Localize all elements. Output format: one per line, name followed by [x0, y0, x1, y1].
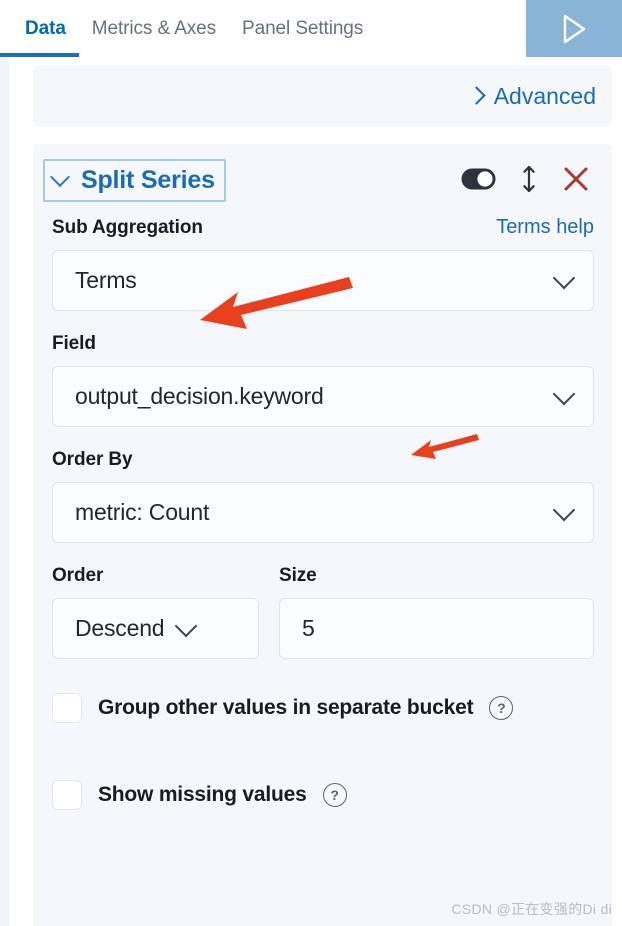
order-label-row: Order	[52, 565, 259, 587]
size-input[interactable]	[279, 598, 594, 659]
field-value: output_decision.keyword	[75, 383, 324, 409]
question-mark-glyph: ?	[330, 787, 339, 803]
order-by-label-row: Order By	[52, 449, 594, 471]
order-size-row: Order Descend Size	[52, 565, 594, 659]
split-series-title: Split Series	[81, 165, 215, 194]
tab-data-label: Data	[25, 17, 66, 39]
group-other-values-checkbox-row[interactable]: Group other values in separate bucket ?	[52, 693, 594, 723]
panel-scrollbar[interactable]	[0, 57, 9, 926]
order-value: Descend	[75, 615, 165, 641]
toggle-switch-on-icon	[461, 168, 496, 193]
field-label: Field	[52, 333, 96, 354]
sub-aggregation-group: Sub Aggregation Terms help Terms	[52, 216, 594, 311]
order-label: Order	[52, 565, 104, 586]
group-other-values-checkbox[interactable]	[52, 693, 82, 723]
enable-aggregation-toggle[interactable]	[461, 168, 496, 193]
chevron-right-icon	[466, 85, 486, 105]
chevron-down-icon	[552, 266, 576, 289]
tab-metrics-and-axes[interactable]: Metrics & Axes	[79, 0, 229, 57]
advanced-toggle[interactable]: Advanced	[466, 82, 596, 110]
group-other-values-label: Group other values in separate bucket	[98, 696, 474, 719]
terms-help-link[interactable]: Terms help	[496, 216, 594, 239]
reorder-aggregation-handle[interactable]	[521, 165, 537, 196]
order-select[interactable]: Descend	[52, 598, 259, 659]
tab-metrics-and-axes-label: Metrics & Axes	[91, 17, 217, 39]
chevron-down-icon	[552, 382, 576, 405]
size-label: Size	[279, 565, 317, 586]
field-select[interactable]: output_decision.keyword	[52, 366, 594, 427]
advanced-panel: Advanced	[33, 65, 612, 127]
order-group: Order Descend	[52, 565, 259, 659]
field-label-row: Field	[52, 333, 594, 355]
sub-aggregation-label-row: Sub Aggregation Terms help	[52, 216, 594, 239]
chevron-down-icon	[175, 614, 198, 637]
editor-content: Advanced Split Series Sub Aggregation Te…	[9, 57, 622, 926]
show-missing-values-checkbox-row[interactable]: Show missing values ?	[52, 780, 594, 810]
size-group: Size	[279, 565, 594, 659]
split-series-actions	[461, 165, 594, 196]
show-missing-values-checkbox[interactable]	[52, 780, 82, 810]
split-series-form: Sub Aggregation Terms help Terms Field o…	[33, 216, 612, 810]
split-series-collapse-button[interactable]: Split Series	[43, 158, 226, 202]
tab-list: Data Metrics & Axes Panel Settings	[0, 0, 376, 57]
show-missing-values-help-icon[interactable]: ?	[322, 783, 347, 807]
split-series-panel: Split Series Sub Aggregation Terms help …	[33, 144, 612, 926]
size-label-row: Size	[279, 565, 594, 587]
close-x-icon	[562, 165, 590, 196]
order-by-value: metric: Count	[75, 499, 210, 525]
sort-updown-icon	[521, 165, 537, 196]
sub-aggregation-label: Sub Aggregation	[52, 217, 203, 238]
order-by-group: Order By metric: Count	[52, 449, 594, 543]
update-button[interactable]	[526, 0, 622, 57]
sub-aggregation-select[interactable]: Terms	[52, 250, 594, 311]
play-triangle-icon	[558, 12, 590, 46]
field-group: Field output_decision.keyword	[52, 333, 594, 427]
show-missing-values-label: Show missing values	[98, 783, 307, 806]
tab-data[interactable]: Data	[0, 0, 79, 57]
csdn-watermark: CSDN @正在变强的Di di	[451, 901, 612, 917]
remove-aggregation-button[interactable]	[562, 165, 590, 196]
kibana-visualize-editor-panel: Data Metrics & Axes Panel Settings Advan…	[0, 0, 622, 926]
advanced-label: Advanced	[493, 82, 596, 109]
group-other-values-help-icon[interactable]: ?	[489, 696, 514, 720]
tab-panel-settings[interactable]: Panel Settings	[229, 0, 376, 57]
split-series-header: Split Series	[33, 144, 612, 216]
chevron-down-icon	[552, 498, 576, 521]
order-by-select[interactable]: metric: Count	[52, 482, 594, 543]
panel-scrollbar-thumb[interactable]	[1, 57, 8, 577]
sub-aggregation-value: Terms	[75, 267, 137, 293]
chevron-down-icon	[50, 167, 70, 188]
question-mark-glyph: ?	[497, 700, 506, 716]
order-by-label: Order By	[52, 449, 133, 470]
editor-tab-bar: Data Metrics & Axes Panel Settings	[0, 0, 622, 57]
tab-panel-settings-label: Panel Settings	[242, 17, 364, 39]
